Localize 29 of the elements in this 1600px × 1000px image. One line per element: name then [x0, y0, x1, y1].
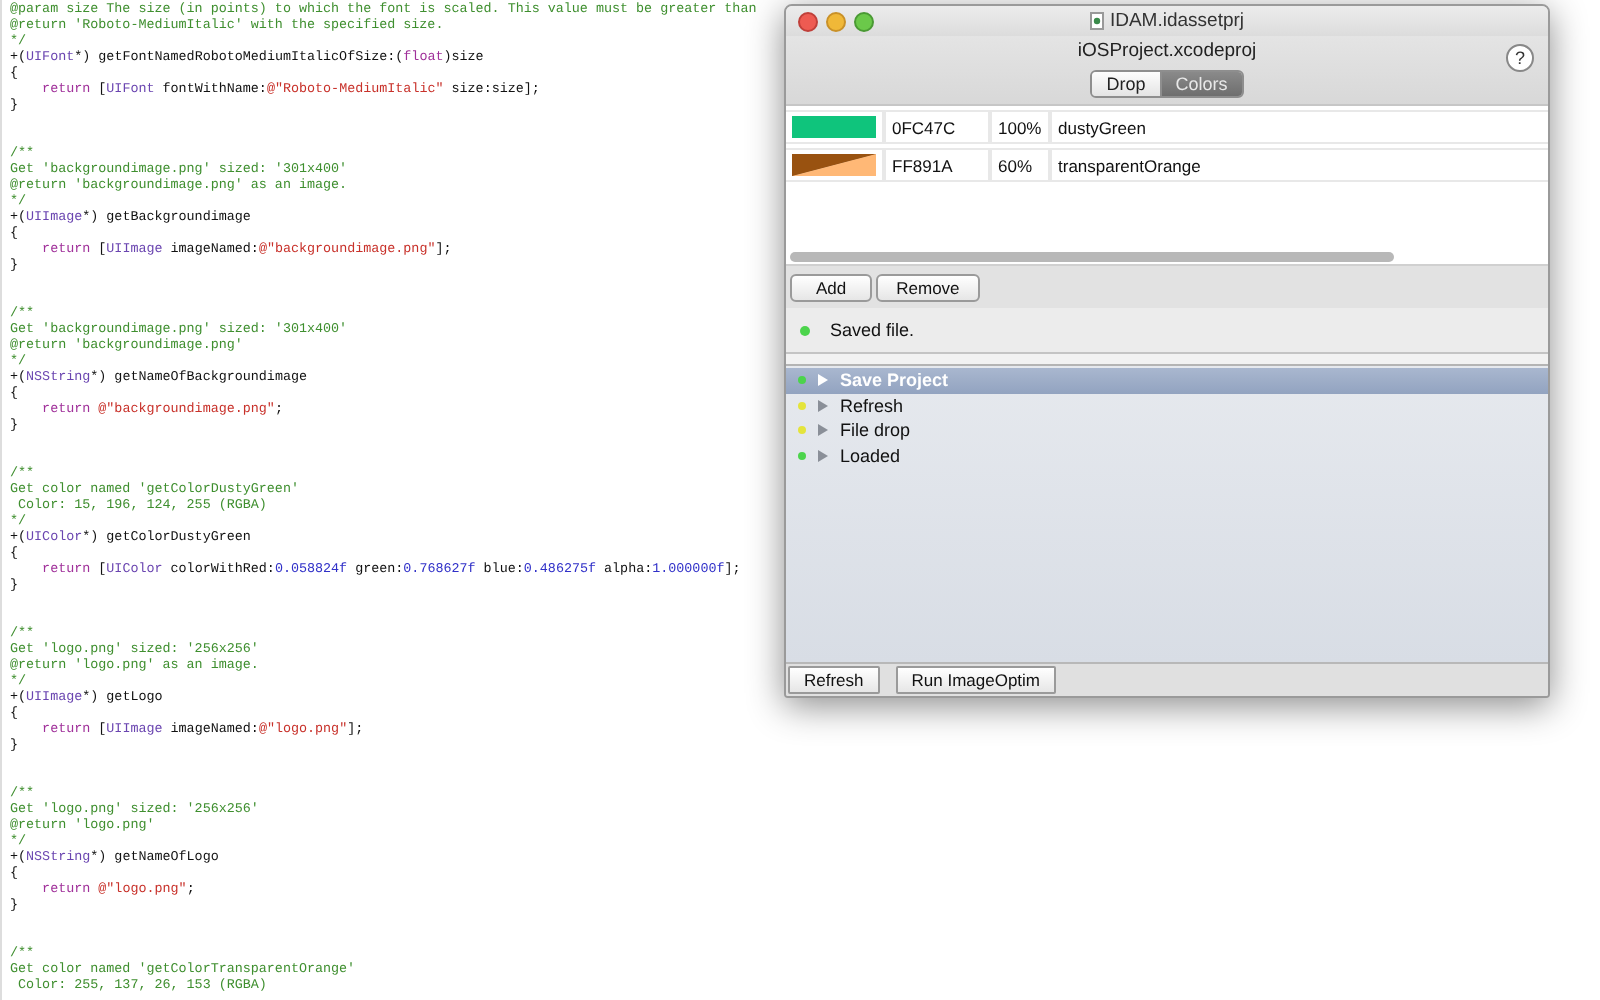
tab[interactable]: Drop	[1092, 72, 1160, 96]
action-button[interactable]: Run ImageOptim	[895, 666, 1057, 694]
log-label: Refresh	[840, 395, 904, 416]
status-message: Saved file.	[830, 320, 915, 340]
table-cell: FF891A	[886, 150, 988, 180]
minimize-button[interactable]	[826, 12, 846, 32]
table-cell: 100%	[992, 112, 1048, 142]
table-cell: dustyGreen	[1052, 112, 1548, 142]
table-cell: 60%	[992, 150, 1048, 180]
log-label: Save Project	[840, 370, 949, 391]
table-cell: 0FC47C	[886, 112, 988, 142]
log-label: File drop	[840, 420, 911, 441]
log-label: Loaded	[840, 445, 901, 466]
window-title: IDAM.idassetprj	[1109, 10, 1245, 32]
document-icon	[1089, 12, 1104, 30]
log-entry[interactable]: File drop	[786, 418, 1548, 443]
action-button[interactable]: Refresh	[788, 666, 880, 694]
close-button[interactable]	[798, 12, 818, 32]
zoom-button[interactable]	[854, 12, 874, 32]
action-button[interactable]: Add	[790, 274, 873, 302]
table-cell: transparentOrange	[1052, 150, 1548, 180]
color-swatch[interactable]	[792, 154, 876, 176]
log-entry[interactable]: Refresh	[786, 393, 1548, 418]
color-swatch[interactable]	[792, 116, 876, 138]
log-entry[interactable]: Loaded	[786, 443, 1548, 468]
help-button[interactable]: ?	[1506, 44, 1534, 72]
action-button[interactable]: Remove	[876, 274, 980, 302]
project-name: iOSProject.xcodeproj	[1077, 40, 1257, 62]
tab[interactable]: Colors	[1159, 72, 1242, 96]
